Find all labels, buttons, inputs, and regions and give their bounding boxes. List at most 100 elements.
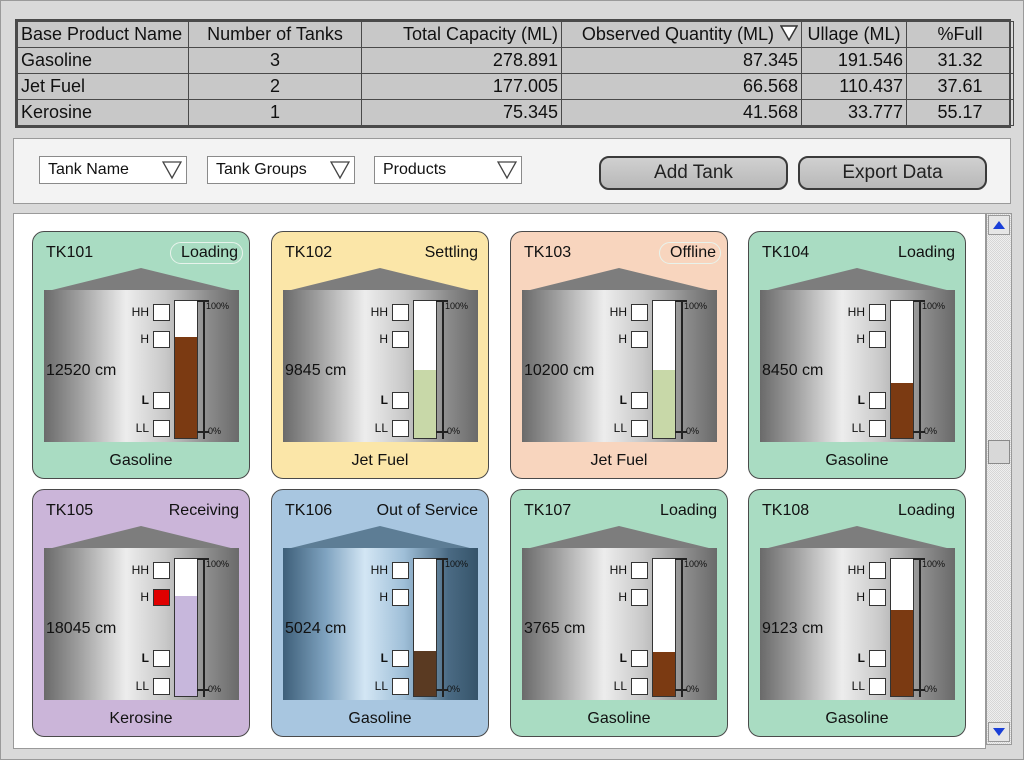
alarm-indicator-l	[869, 650, 886, 667]
gauge-label-bottom: 0%	[447, 684, 461, 694]
tank-level-readout: 9123 cm	[762, 620, 824, 637]
alarm-label-h: H	[618, 332, 627, 346]
alarm-label-l: L	[141, 393, 149, 407]
add-tank-button[interactable]: Add Tank	[599, 156, 788, 190]
gauge-label-bottom: 0%	[686, 426, 700, 436]
scroll-down-button[interactable]	[988, 722, 1010, 742]
tank-level-readout: 5024 cm	[285, 620, 347, 637]
level-gauge	[652, 558, 676, 697]
alarm-label-ll: LL	[374, 679, 388, 693]
tank-status: Loading	[170, 242, 243, 264]
vertical-scrollbar[interactable]	[986, 213, 1012, 745]
tank-card[interactable]: TK107 Loading 3765 cm HH H L LL 100% 0% Gasoline	[510, 489, 728, 737]
arrow-up-icon	[993, 221, 1005, 229]
tank-status: Receiving	[168, 502, 239, 519]
arrow-down-icon	[993, 728, 1005, 736]
col-header-percent-full[interactable]: %Full	[906, 21, 1014, 48]
gauge-label-top: 100%	[922, 301, 946, 311]
col-header-tanks[interactable]: Number of Tanks	[188, 21, 362, 48]
cell-capacity: 75.345	[361, 99, 562, 126]
gauge-label-bottom: 0%	[208, 426, 222, 436]
cell-percent-full: 37.61	[906, 73, 1014, 100]
sort-descending-icon[interactable]	[780, 25, 798, 41]
alarm-label-hh: HH	[847, 563, 865, 577]
alarm-label-h: H	[618, 590, 627, 604]
tank-name-dropdown[interactable]: Tank Name	[39, 156, 187, 184]
alarm-indicator-h	[392, 589, 409, 606]
alarm-indicator-ll	[869, 420, 886, 437]
tank-card[interactable]: TK104 Loading 8450 cm HH H L LL 100% 0% Gasoline	[748, 231, 966, 479]
level-gauge-fill	[891, 609, 913, 696]
gauge-label-top: 100%	[684, 301, 708, 311]
gauge-scale-line	[681, 558, 683, 697]
export-data-button[interactable]: Export Data	[798, 156, 987, 190]
level-gauge-fill	[414, 650, 436, 696]
tank-groups-dropdown-label: Tank Groups	[216, 161, 307, 178]
cell-ullage: 110.437	[801, 73, 907, 100]
alarm-label-hh: HH	[370, 305, 388, 319]
alarm-indicator-ll	[631, 420, 648, 437]
cell-product: Jet Fuel	[17, 73, 189, 100]
cell-percent-full: 55.17	[906, 99, 1014, 126]
alarm-label-h: H	[856, 332, 865, 346]
col-header-capacity[interactable]: Total Capacity (ML)	[361, 21, 562, 48]
scroll-up-button[interactable]	[988, 215, 1010, 235]
chevron-down-icon	[162, 161, 182, 180]
product-summary-table: Base Product Name Number of Tanks Total …	[15, 19, 1014, 128]
alarm-indicator-ll	[153, 420, 170, 437]
tank-level-readout: 12520 cm	[46, 362, 117, 379]
gauge-label-bottom: 0%	[447, 426, 461, 436]
tank-name: TK107	[524, 502, 572, 519]
cell-observed: 87.345	[561, 47, 802, 74]
tank-name: TK103	[524, 244, 572, 261]
tank-card[interactable]: TK105 Receiving 18045 cm HH H L LL 100% 0% Kerosi…	[32, 489, 250, 737]
tank-status: Loading	[898, 244, 955, 261]
gauge-label-top: 100%	[684, 559, 708, 569]
col-header-ullage[interactable]: Ullage (ML)	[801, 21, 907, 48]
tank-name: TK108	[762, 502, 810, 519]
level-gauge-fill	[891, 383, 913, 438]
tank-product: Jet Fuel	[590, 452, 648, 469]
products-dropdown[interactable]: Products	[374, 156, 522, 184]
gauge-scale-line	[442, 300, 444, 439]
cell-observed: 66.568	[561, 73, 802, 100]
col-header-observed[interactable]: Observed Quantity (ML)	[561, 21, 802, 48]
gauge-label-top: 100%	[206, 559, 230, 569]
tank-card[interactable]: TK102 Settling 9845 cm HH H L LL 100% 0% Jet Fuel	[271, 231, 489, 479]
cell-ullage: 33.777	[801, 99, 907, 126]
tank-status: Loading	[898, 502, 955, 519]
table-row[interactable]: Jet Fuel 2 177.005 66.568 110.437 37.61	[17, 73, 1014, 100]
tank-name: TK106	[285, 502, 333, 519]
alarm-indicator-ll	[631, 678, 648, 695]
tank-status: Out of Service	[376, 502, 478, 519]
tank-product: Jet Fuel	[351, 452, 409, 469]
tank-product: Gasoline	[825, 710, 889, 727]
tank-card[interactable]: TK101 Loading 12520 cm HH H L LL 100% 0% Gasoline	[32, 231, 250, 479]
tank-groups-dropdown[interactable]: Tank Groups	[207, 156, 355, 184]
alarm-label-hh: HH	[609, 305, 627, 319]
alarm-indicator-ll	[392, 420, 409, 437]
tank-card[interactable]: TK106 Out of Service 5024 cm HH H L LL 100% 0% Ga…	[271, 489, 489, 737]
alarm-label-l: L	[141, 651, 149, 665]
gauge-scale-line	[203, 300, 205, 439]
alarm-indicator-hh	[392, 304, 409, 321]
tank-grid: TK101 Loading 12520 cm HH H L LL 100% 0% Gasoline…	[13, 213, 986, 749]
col-header-product[interactable]: Base Product Name	[17, 21, 189, 48]
scroll-thumb[interactable]	[988, 440, 1010, 464]
alarm-indicator-hh	[153, 562, 170, 579]
gauge-label-top: 100%	[445, 301, 469, 311]
level-gauge	[652, 300, 676, 439]
level-gauge	[174, 558, 198, 697]
alarm-label-hh: HH	[609, 563, 627, 577]
alarm-label-hh: HH	[847, 305, 865, 319]
alarm-indicator-l	[153, 650, 170, 667]
table-row[interactable]: Kerosine 1 75.345 41.568 33.777 55.17	[17, 99, 1014, 126]
tank-product: Gasoline	[825, 452, 889, 469]
tank-card[interactable]: TK103 Offline 10200 cm HH H L LL 100% 0% Jet Fuel	[510, 231, 728, 479]
alarm-label-hh: HH	[131, 305, 149, 319]
tank-card[interactable]: TK108 Loading 9123 cm HH H L LL 100% 0% Gasoline	[748, 489, 966, 737]
level-gauge	[890, 300, 914, 439]
table-row[interactable]: Gasoline 3 278.891 87.345 191.546 31.32	[17, 47, 1014, 74]
gauge-label-bottom: 0%	[924, 684, 938, 694]
alarm-label-h: H	[856, 590, 865, 604]
